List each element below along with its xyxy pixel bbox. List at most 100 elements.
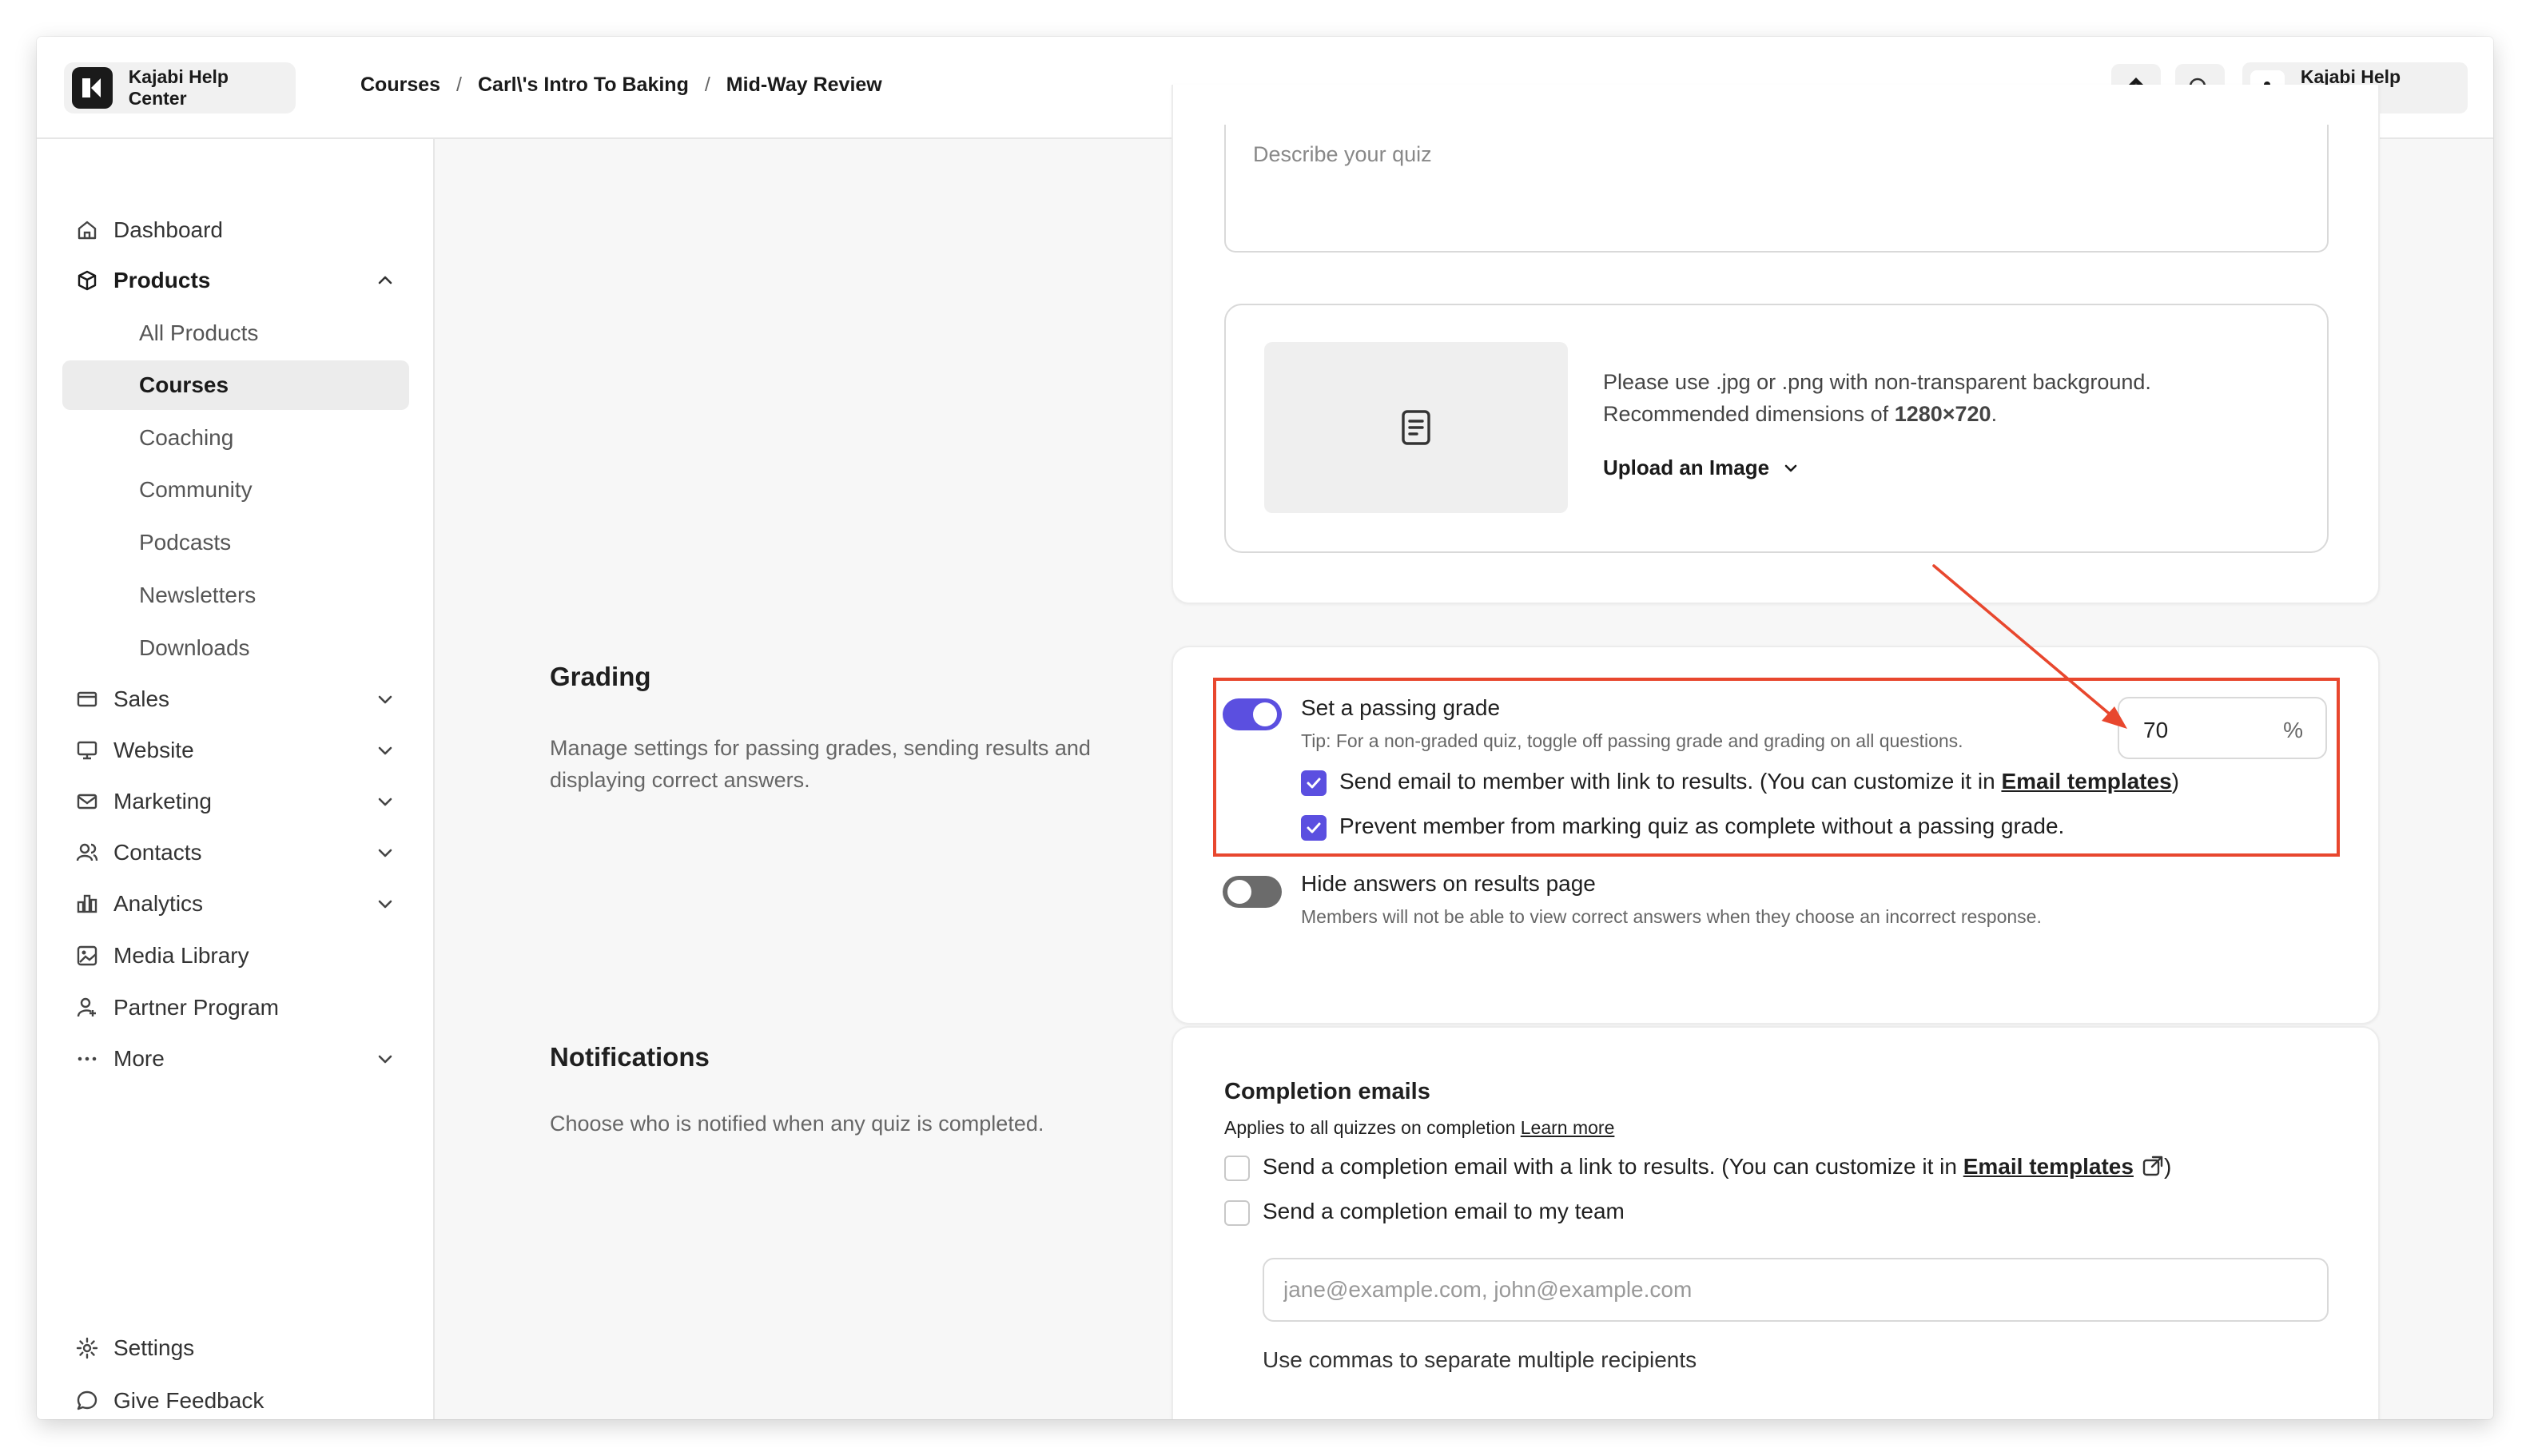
quiz-description-textarea[interactable]: Describe your quiz (1224, 125, 2329, 253)
send-email-text: Send email to member with link to result… (1339, 769, 2002, 794)
upload-hint-line-1: Please use .jpg or .png with non-transpa… (1603, 370, 2151, 394)
brand-button[interactable]: Kajabi Help Center (64, 62, 296, 113)
upload-hint-suffix: . (1991, 402, 1998, 426)
grading-description: Manage settings for passing grades, send… (550, 736, 1091, 792)
checkmark-icon (1307, 778, 1321, 789)
completion-email-results-text: Send a completion email with a link to r… (1263, 1154, 1963, 1179)
breadcrumb-courses[interactable]: Courses (360, 74, 440, 97)
sidebar-item-label: More (113, 1046, 165, 1071)
sidebar-item-dashboard[interactable]: Dashboard (62, 205, 409, 255)
sidebar-item-partner-program[interactable]: Partner Program (62, 983, 409, 1032)
completion-emails-subtitle: Applies to all quizzes on completion Lea… (1224, 1117, 1614, 1139)
sidebar-item-label: Sales (113, 686, 170, 711)
chevron-down-icon (378, 746, 392, 755)
sidebar-item-products[interactable]: Products (62, 256, 409, 305)
notifications-description: Choose who is notified when any quiz is … (550, 1112, 1044, 1136)
sidebar-item-sales[interactable]: Sales (62, 674, 409, 724)
breadcrumb: Courses / Carl\'s Intro To Baking / Mid-… (360, 74, 882, 97)
home-icon (74, 217, 101, 244)
breadcrumb-separator: / (456, 74, 462, 96)
completion-email-results-suffix: ) (2163, 1154, 2172, 1179)
sidebar-item-settings[interactable]: Settings (62, 1323, 409, 1373)
sidebar-subitem-all-products[interactable]: All Products (62, 308, 409, 358)
email-templates-link[interactable]: Email templates (1963, 1154, 2134, 1179)
sidebar-item-analytics[interactable]: Analytics (62, 879, 409, 929)
document-icon (1402, 410, 1430, 445)
upload-hint: Please use .jpg or .png with non-transpa… (1603, 366, 2151, 430)
sidebar-item-label: Partner Program (113, 995, 279, 1020)
sidebar-item-label: Dashboard (113, 217, 223, 242)
monitor-icon (74, 737, 101, 764)
sidebar-subitem-newsletters[interactable]: Newsletters (62, 571, 409, 620)
passing-grade-toggle[interactable] (1223, 698, 1282, 730)
sidebar-subitem-coaching[interactable]: Coaching (62, 413, 409, 463)
prevent-complete-label: Prevent member from marking quiz as comp… (1339, 814, 2065, 838)
sidebar-subitem-podcasts[interactable]: Podcasts (62, 518, 409, 567)
upload-image-dropdown[interactable]: Upload an Image (1603, 455, 1800, 480)
send-email-label: Send email to member with link to result… (1339, 769, 2179, 794)
sidebar-item-label: Contacts (113, 840, 202, 865)
learn-more-link[interactable]: Learn more (1521, 1117, 1615, 1138)
toggle-knob (1227, 880, 1251, 904)
sidebar-subitem-courses[interactable]: Courses (62, 360, 409, 410)
email-templates-link[interactable]: Email templates (2001, 769, 2171, 794)
chat-icon (74, 1387, 101, 1414)
sidebar-item-label: Media Library (113, 943, 249, 968)
chevron-down-icon (378, 849, 392, 857)
breadcrumb-course[interactable]: Carl\'s Intro To Baking (478, 74, 689, 97)
completion-email-team-label: Send a completion email to my team (1263, 1199, 1625, 1223)
partner-icon (74, 994, 101, 1021)
sidebar-subitem-community[interactable]: Community (62, 465, 409, 515)
prevent-complete-checkbox[interactable] (1301, 815, 1327, 841)
recipients-hint: Use commas to separate multiple recipien… (1263, 1347, 1697, 1372)
image-placeholder (1264, 342, 1568, 513)
completion-emails-title: Completion emails (1224, 1079, 1430, 1104)
card-icon (74, 686, 101, 713)
completion-email-results-checkbox[interactable] (1224, 1156, 1250, 1181)
sidebar-item-media-library[interactable]: Media Library (62, 931, 409, 981)
sidebar-item-website[interactable]: Website (62, 726, 409, 775)
team-recipients-input[interactable] (1263, 1258, 2329, 1322)
chevron-down-icon (378, 1055, 392, 1064)
sidebar-item-label: Settings (113, 1335, 195, 1360)
hide-answers-tip: Members will not be able to view correct… (1301, 906, 2042, 927)
breadcrumb-current: Mid-Way Review (726, 74, 882, 96)
passing-grade-label: Set a passing grade (1301, 695, 1501, 720)
chevron-down-icon (378, 695, 392, 704)
toggle-knob (1253, 702, 1277, 726)
upload-dimensions: 1280×720 (1894, 402, 1991, 426)
image-icon (74, 942, 101, 969)
upload-hint-prefix: Recommended dimensions of (1603, 402, 1895, 426)
completion-emails-subtitle-text: Applies to all quizzes on completion (1224, 1117, 1521, 1138)
hide-answers-toggle[interactable] (1223, 876, 1282, 908)
upload-hint-line-2: Recommended dimensions of 1280×720. (1603, 398, 2151, 430)
sidebar-item-label: Give Feedback (113, 1388, 265, 1413)
app-window: Kajabi Help Center Courses / Carl\'s Int… (37, 37, 2493, 1419)
image-upload-box: Please use .jpg or .png with non-transpa… (1224, 304, 2329, 553)
percent-unit: % (2283, 718, 2303, 742)
sidebar-subitem-downloads[interactable]: Downloads (62, 623, 409, 673)
breadcrumb-separator: / (704, 74, 710, 96)
sidebar-item-label: Products (113, 268, 211, 292)
box-icon (74, 267, 101, 294)
sidebar-item-label: Analytics (113, 891, 204, 916)
chevron-down-icon (1784, 464, 1797, 471)
chart-icon (74, 890, 101, 917)
sidebar-item-more[interactable]: More (62, 1034, 409, 1084)
sidebar-item-give-feedback[interactable]: Give Feedback (62, 1376, 409, 1419)
external-link-icon (2142, 1156, 2163, 1176)
sidebar-item-label: Marketing (113, 789, 212, 814)
brand-name: Kajabi Help Center (128, 66, 229, 109)
hide-answers-label: Hide answers on results page (1301, 871, 1596, 896)
chevron-down-icon (378, 798, 392, 806)
sidebar-item-contacts[interactable]: Contacts (62, 828, 409, 877)
completion-email-team-checkbox[interactable] (1224, 1200, 1250, 1226)
sidebar-item-marketing[interactable]: Marketing (62, 777, 409, 826)
send-email-suffix: ) (2171, 769, 2179, 794)
upload-image-label: Upload an Image (1603, 455, 1770, 479)
chevron-up-icon (378, 276, 392, 284)
send-email-checkbox[interactable] (1301, 770, 1327, 796)
sidebar-item-label: Website (113, 738, 194, 762)
completion-email-results-label: Send a completion email with a link to r… (1263, 1154, 2171, 1180)
annotation-arrow-icon (1932, 564, 2127, 729)
